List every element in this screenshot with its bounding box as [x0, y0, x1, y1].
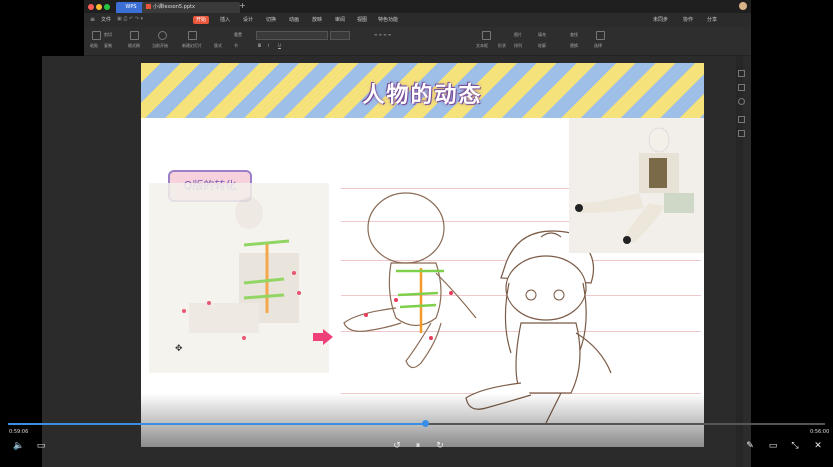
pink-arrow-icon	[313, 329, 333, 345]
menu-view[interactable]: 视图	[354, 16, 370, 24]
current-slide[interactable]: 人物的动态 Q版的转化	[141, 63, 704, 447]
edit-icon[interactable]: ✎	[745, 441, 755, 451]
unsynced-button[interactable]: 未同步	[650, 16, 671, 24]
play-from-start-icon[interactable]	[158, 31, 167, 40]
pip-icon[interactable]: ▭	[768, 441, 778, 451]
bold-icon[interactable]: B	[258, 43, 261, 48]
image-button[interactable]: 图片	[514, 32, 522, 38]
find-button[interactable]: 查找	[570, 32, 578, 38]
format-painter-icon[interactable]	[130, 31, 139, 40]
title-bar: WPS 小课lesson5.pptx +	[84, 0, 751, 13]
maximize-dot-icon[interactable]	[104, 4, 110, 10]
sidebar-tool-icon[interactable]	[738, 98, 745, 105]
close-dot-icon[interactable]	[88, 4, 94, 10]
italic-icon[interactable]: I	[268, 43, 269, 48]
subtitle-icon[interactable]: ▭	[36, 441, 46, 451]
fill-button[interactable]: 填充	[538, 32, 546, 38]
font-size-select[interactable]	[330, 31, 350, 40]
toolbar-quick-icons[interactable]: ▣ ⎙ ↶ ↷ ▾	[117, 16, 143, 22]
exit-fullscreen-icon[interactable]: ⤡	[790, 441, 800, 451]
avatar[interactable]	[739, 2, 747, 10]
progress-knob[interactable]	[422, 420, 429, 427]
volume-icon[interactable]: 🔈	[13, 441, 24, 451]
ribbon-toolbar: 粘贴 剪切 复制 格式刷 当前开始 新建幻灯片 版式 重置 节 B I U ≡ …	[84, 27, 751, 56]
collaborate-button[interactable]: 协作	[680, 16, 696, 24]
hamburger-icon[interactable]: ≡	[90, 16, 95, 23]
total-time: 0:56:00	[810, 429, 830, 435]
copy-button[interactable]: 复制	[104, 43, 112, 49]
close-icon[interactable]: ✕	[813, 441, 823, 451]
menu-review[interactable]: 审阅	[332, 16, 348, 24]
paste-icon[interactable]	[92, 31, 101, 40]
pause-icon[interactable]: ⏸	[413, 441, 423, 451]
forward-icon[interactable]: ↻	[435, 441, 445, 451]
reset-button[interactable]: 重置	[234, 32, 242, 38]
menu-file[interactable]: 文件	[98, 16, 114, 24]
menu-insert[interactable]: 插入	[217, 16, 233, 24]
move-cursor-icon: ✥	[175, 344, 183, 354]
layout-button[interactable]: 版式	[214, 43, 222, 49]
textbox-icon[interactable]	[482, 31, 491, 40]
outline-button[interactable]: 轮廓	[538, 43, 546, 49]
new-tab-icon[interactable]: +	[239, 1, 246, 10]
sidebar-tool-icon[interactable]	[738, 84, 745, 91]
menu-animation[interactable]: 动画	[286, 16, 302, 24]
menu-slideshow[interactable]: 放映	[309, 16, 325, 24]
sidebar-tool-icon[interactable]	[738, 130, 745, 137]
right-sidebar	[736, 56, 745, 467]
replace-button[interactable]: 替换	[570, 43, 578, 49]
reference-photo-right	[569, 118, 704, 253]
current-time: 0:59:06	[9, 429, 29, 435]
menu-transition[interactable]: 切换	[263, 16, 279, 24]
menu-bar: ≡ 文件 ▣ ⎙ ↶ ↷ ▾ 开始 插入 设计 切换 动画 放映 审阅 视图 特…	[84, 13, 751, 27]
sidebar-tool-icon[interactable]	[738, 70, 745, 77]
slide-title: 人物的动态	[362, 83, 483, 108]
rewind-icon[interactable]: ↺	[392, 441, 402, 451]
select-icon[interactable]	[596, 31, 605, 40]
menu-home[interactable]: 开始	[193, 16, 210, 24]
paste-label[interactable]: 粘贴	[90, 43, 98, 49]
format-painter-label[interactable]: 格式刷	[128, 43, 140, 49]
tab-document[interactable]: 小课lesson5.pptx	[142, 2, 240, 13]
from-start-label[interactable]: 当前开始	[152, 43, 168, 49]
underline-icon[interactable]: U	[278, 43, 281, 48]
tab-document-label: 小课lesson5.pptx	[153, 4, 195, 10]
minimize-dot-icon[interactable]	[96, 4, 102, 10]
pptx-icon	[146, 4, 151, 9]
font-name-select[interactable]	[256, 31, 328, 40]
arrange-button[interactable]: 排列	[514, 43, 522, 49]
paragraph-align-icons[interactable]: ≡ ≡ ≡ ≡	[374, 32, 391, 37]
textbox-label[interactable]: 文本框	[476, 43, 488, 49]
share-button[interactable]: 分享	[704, 16, 720, 24]
new-slide-icon[interactable]	[188, 31, 197, 40]
section-button[interactable]: 节	[234, 43, 238, 49]
progress-fill	[8, 423, 425, 425]
shape-label[interactable]: 形状	[498, 43, 506, 49]
menu-special[interactable]: 特色功能	[375, 16, 401, 24]
sidebar-tool-icon[interactable]	[738, 116, 745, 123]
cut-button[interactable]: 剪切	[104, 32, 112, 38]
sitting-person-photo	[575, 127, 694, 244]
new-slide-label[interactable]: 新建幻灯片	[182, 43, 202, 49]
menu-design[interactable]: 设计	[240, 16, 256, 24]
select-label[interactable]: 选择	[594, 43, 602, 49]
